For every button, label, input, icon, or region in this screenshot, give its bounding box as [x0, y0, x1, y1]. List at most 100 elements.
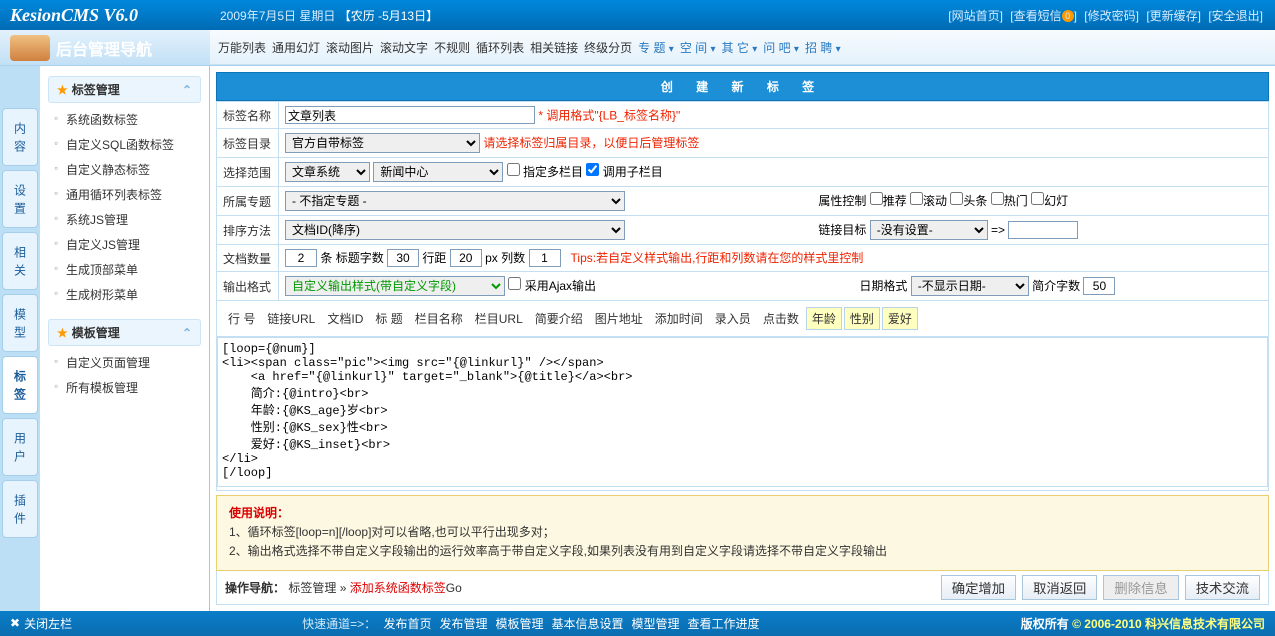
link-password[interactable]: [修改密码]	[1084, 9, 1139, 23]
vtab-4[interactable]: 标签	[2, 356, 38, 414]
nav-item[interactable]: 自定义JS管理	[48, 232, 201, 257]
field-button-selected[interactable]: 性别	[844, 307, 880, 330]
select-dir[interactable]: 官方自带标签	[285, 133, 480, 153]
toolbar-dropdown[interactable]: 其 它 ▾	[722, 39, 758, 56]
field-button[interactable]: 链接URL	[262, 308, 320, 329]
nav-section-title[interactable]: ★模板管理⌃	[48, 319, 201, 346]
cb-attr[interactable]	[1031, 192, 1044, 205]
toolbar-dropdown[interactable]: 招 聘 ▾	[805, 39, 841, 56]
nav-item[interactable]: 系统JS管理	[48, 207, 201, 232]
vtab-3[interactable]: 模型	[2, 294, 38, 352]
toolbar-item[interactable]: 万能列表	[218, 39, 266, 56]
nav-item[interactable]: 通用循环列表标签	[48, 182, 201, 207]
select-scope1[interactable]: 文章系统	[285, 162, 370, 182]
vtab-5[interactable]: 用户	[2, 418, 38, 476]
action-bar: 操作导航： 标签管理 » 添加系统函数标签Go 确定增加 取消返回 删除信息 技…	[216, 571, 1269, 605]
cb-attr[interactable]	[870, 192, 883, 205]
fast-link[interactable]: 发布管理	[439, 617, 487, 631]
nav-item[interactable]: 自定义静态标签	[48, 157, 201, 182]
btn-back[interactable]: 取消返回	[1022, 575, 1097, 600]
vtab-2[interactable]: 相关	[2, 232, 38, 290]
select-date[interactable]: -不显示日期-	[911, 276, 1029, 296]
cb-sub-col[interactable]	[586, 163, 599, 176]
field-button[interactable]: 录入员	[710, 308, 756, 329]
cb-multi-col[interactable]	[507, 163, 520, 176]
field-button[interactable]: 栏目名称	[410, 308, 468, 329]
vtab-6[interactable]: 插件	[2, 480, 38, 538]
toolbar-item[interactable]: 滚动文字	[380, 39, 428, 56]
chevron-down-icon: ▾	[836, 44, 841, 55]
star-icon: ★	[57, 83, 68, 97]
nav-panel: ★标签管理⌃ 系统函数标签自定义SQL函数标签自定义静态标签通用循环列表标签系统J…	[40, 66, 209, 611]
input-title-len[interactable]	[387, 249, 419, 267]
close-left-panel[interactable]: ✖ 关闭左栏	[10, 615, 72, 632]
template-textarea[interactable]: [loop={@num}] <li><span class="pic"><img…	[217, 337, 1268, 487]
vertical-tabs: 内容设置相关模型标签用户插件	[0, 66, 40, 611]
cb-attr[interactable]	[950, 192, 963, 205]
field-button[interactable]: 标 题	[370, 308, 407, 329]
btn-ok[interactable]: 确定增加	[941, 575, 1016, 600]
input-row-height[interactable]	[450, 249, 482, 267]
fast-link[interactable]: 发布首页	[383, 617, 431, 631]
btn-delete[interactable]: 删除信息	[1103, 575, 1178, 600]
cb-ajax[interactable]	[508, 277, 521, 290]
select-sort[interactable]: 文档ID(降序)	[285, 220, 625, 240]
fast-link[interactable]: 查看工作进度	[688, 617, 760, 631]
date-area: 2009年7月5日 星期日 【农历 -5月13日】	[220, 7, 438, 24]
field-button[interactable]: 行 号	[223, 308, 260, 329]
input-cols[interactable]	[529, 249, 561, 267]
field-button[interactable]: 简要介绍	[530, 308, 588, 329]
toolbar-dropdown[interactable]: 空 间 ▾	[680, 39, 716, 56]
vtab-0[interactable]: 内容	[2, 108, 38, 166]
btn-tech[interactable]: 技术交流	[1185, 575, 1260, 600]
footer: ✖ 关闭左栏 快速通道=>： 发布首页发布管理模板管理基本信息设置模型管理查看工…	[0, 611, 1275, 636]
fast-link[interactable]: 基本信息设置	[552, 617, 624, 631]
top-links: [网站首页] [查看短信0] [修改密码] [更新缓存] [安全退出]	[946, 7, 1265, 24]
input-tag-name[interactable]	[285, 106, 535, 124]
nav-item[interactable]: 自定义SQL函数标签	[48, 132, 201, 157]
select-scope2[interactable]: 新闻中心	[373, 162, 503, 182]
field-button[interactable]: 文档ID	[322, 308, 368, 329]
field-button-selected[interactable]: 年龄	[806, 307, 842, 330]
close-icon: ✖	[10, 616, 20, 630]
link-cache[interactable]: [更新缓存]	[1146, 9, 1201, 23]
cb-attr[interactable]	[991, 192, 1004, 205]
field-button-selected[interactable]: 爱好	[882, 307, 918, 330]
link-home[interactable]: [网站首页]	[948, 9, 1003, 23]
nav-item[interactable]: 生成树形菜单	[48, 282, 201, 307]
label-dir: 标签目录	[217, 129, 279, 158]
fields-row: 行 号链接URL文档ID标 题栏目名称栏目URL简要介绍图片地址添加时间录入员点…	[217, 301, 1269, 337]
nav-item[interactable]: 所有模板管理	[48, 375, 201, 400]
vtab-1[interactable]: 设置	[2, 170, 38, 228]
toolbar-item[interactable]: 滚动图片	[326, 39, 374, 56]
toolbar-item[interactable]: 终级分页	[584, 39, 632, 56]
sidebar-title: 后台管理导航	[56, 36, 152, 60]
field-button[interactable]: 添加时间	[650, 308, 708, 329]
link-logout[interactable]: [安全退出]	[1208, 9, 1263, 23]
nav-item[interactable]: 自定义页面管理	[48, 350, 201, 375]
toolbar-dropdown[interactable]: 问 吧 ▾	[763, 39, 799, 56]
cb-attr[interactable]	[910, 192, 923, 205]
nav-item[interactable]: 生成顶部菜单	[48, 257, 201, 282]
input-link-custom[interactable]	[1008, 221, 1078, 239]
toolbar-item[interactable]: 循环列表	[476, 39, 524, 56]
toolbar: 万能列表通用幻灯滚动图片滚动文字不规则循环列表相关链接终级分页专 题 ▾ 空 间 …	[210, 30, 1275, 65]
fast-link[interactable]: 模板管理	[495, 617, 543, 631]
toolbar-item[interactable]: 相关链接	[530, 39, 578, 56]
input-count[interactable]	[285, 249, 317, 267]
field-button[interactable]: 点击数	[758, 308, 804, 329]
toolbar-item[interactable]: 通用幻灯	[272, 39, 320, 56]
fast-link[interactable]: 模型管理	[632, 617, 680, 631]
toolbar-item[interactable]: 不规则	[434, 39, 470, 56]
select-topic[interactable]: - 不指定专题 -	[285, 191, 625, 211]
link-sms[interactable]: [查看短信0]	[1010, 9, 1077, 23]
nav-item[interactable]: 系统函数标签	[48, 107, 201, 132]
toolbar-dropdown[interactable]: 专 题 ▾	[638, 39, 674, 56]
select-linktarget[interactable]: -没有设置-	[870, 220, 988, 240]
field-button[interactable]: 图片地址	[590, 308, 648, 329]
input-intro-len[interactable]	[1083, 277, 1115, 295]
field-button[interactable]: 栏目URL	[470, 308, 528, 329]
nav-section-title[interactable]: ★标签管理⌃	[48, 76, 201, 103]
select-output[interactable]: 自定义输出样式(带自定义字段)	[285, 276, 505, 296]
label-date: 日期格式	[859, 279, 907, 293]
